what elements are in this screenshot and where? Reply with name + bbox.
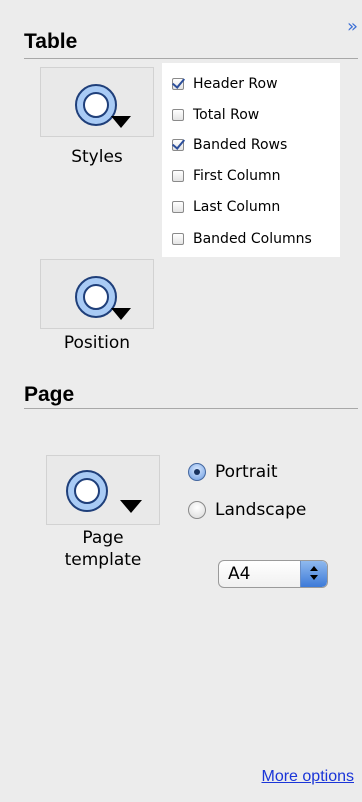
first-column-option[interactable]: First Column: [172, 165, 281, 187]
page-template-caption: Page template: [46, 527, 160, 571]
more-options-link[interactable]: More options: [262, 768, 355, 786]
table-styles-button[interactable]: [40, 67, 154, 137]
table-section-divider: [24, 58, 358, 59]
first-column-checkbox[interactable]: [172, 170, 184, 182]
last-column-option[interactable]: Last Column: [172, 196, 280, 218]
portrait-option[interactable]: Portrait: [188, 459, 278, 485]
portrait-radio[interactable]: [188, 463, 206, 481]
last-column-label: Last Column: [193, 199, 281, 215]
sidebar-panel: » Table Styles Header Row Total Row Band…: [0, 0, 362, 802]
page-template-caption-line1: Page: [82, 528, 124, 548]
page-template-caption-line2: template: [64, 550, 142, 570]
total-row-option[interactable]: Total Row: [172, 104, 259, 126]
last-column-checkbox[interactable]: [172, 201, 184, 213]
table-position-caption: Position: [63, 333, 131, 353]
banded-rows-checkbox[interactable]: [172, 139, 184, 151]
total-row-checkbox[interactable]: [172, 109, 184, 121]
paper-size-value: A4: [228, 564, 251, 584]
header-row-checkbox[interactable]: [172, 78, 184, 90]
circle-dropdown-icon: [75, 276, 131, 320]
banded-columns-label: Banded Columns: [193, 231, 312, 247]
page-section-title: Page: [24, 383, 75, 406]
landscape-radio[interactable]: [188, 501, 206, 519]
total-row-label: Total Row: [193, 107, 260, 123]
circle-dropdown-icon: [66, 470, 142, 513]
first-column-label: First Column: [193, 168, 281, 184]
circle-dropdown-icon: [75, 84, 131, 128]
portrait-label: Portrait: [215, 462, 278, 482]
select-stepper-arrows-icon: [300, 561, 327, 587]
paper-size-select[interactable]: A4: [218, 560, 328, 588]
page-template-button[interactable]: [46, 455, 160, 525]
banded-columns-checkbox[interactable]: [172, 233, 184, 245]
header-row-label: Header Row: [193, 76, 278, 92]
page-section-divider: [24, 408, 358, 409]
landscape-label: Landscape: [215, 500, 307, 520]
table-styles-caption: Styles: [71, 147, 123, 167]
table-options-list: Header Row Total Row Banded Rows First C…: [162, 63, 340, 257]
expand-panel-icon[interactable]: »: [347, 18, 358, 36]
header-row-option[interactable]: Header Row: [172, 73, 278, 95]
landscape-option[interactable]: Landscape: [188, 497, 306, 523]
banded-columns-option[interactable]: Banded Columns: [172, 228, 312, 250]
banded-rows-label: Banded Rows: [193, 137, 288, 153]
banded-rows-option[interactable]: Banded Rows: [172, 134, 287, 156]
table-position-button[interactable]: [40, 259, 154, 329]
table-section-title: Table: [24, 30, 78, 53]
